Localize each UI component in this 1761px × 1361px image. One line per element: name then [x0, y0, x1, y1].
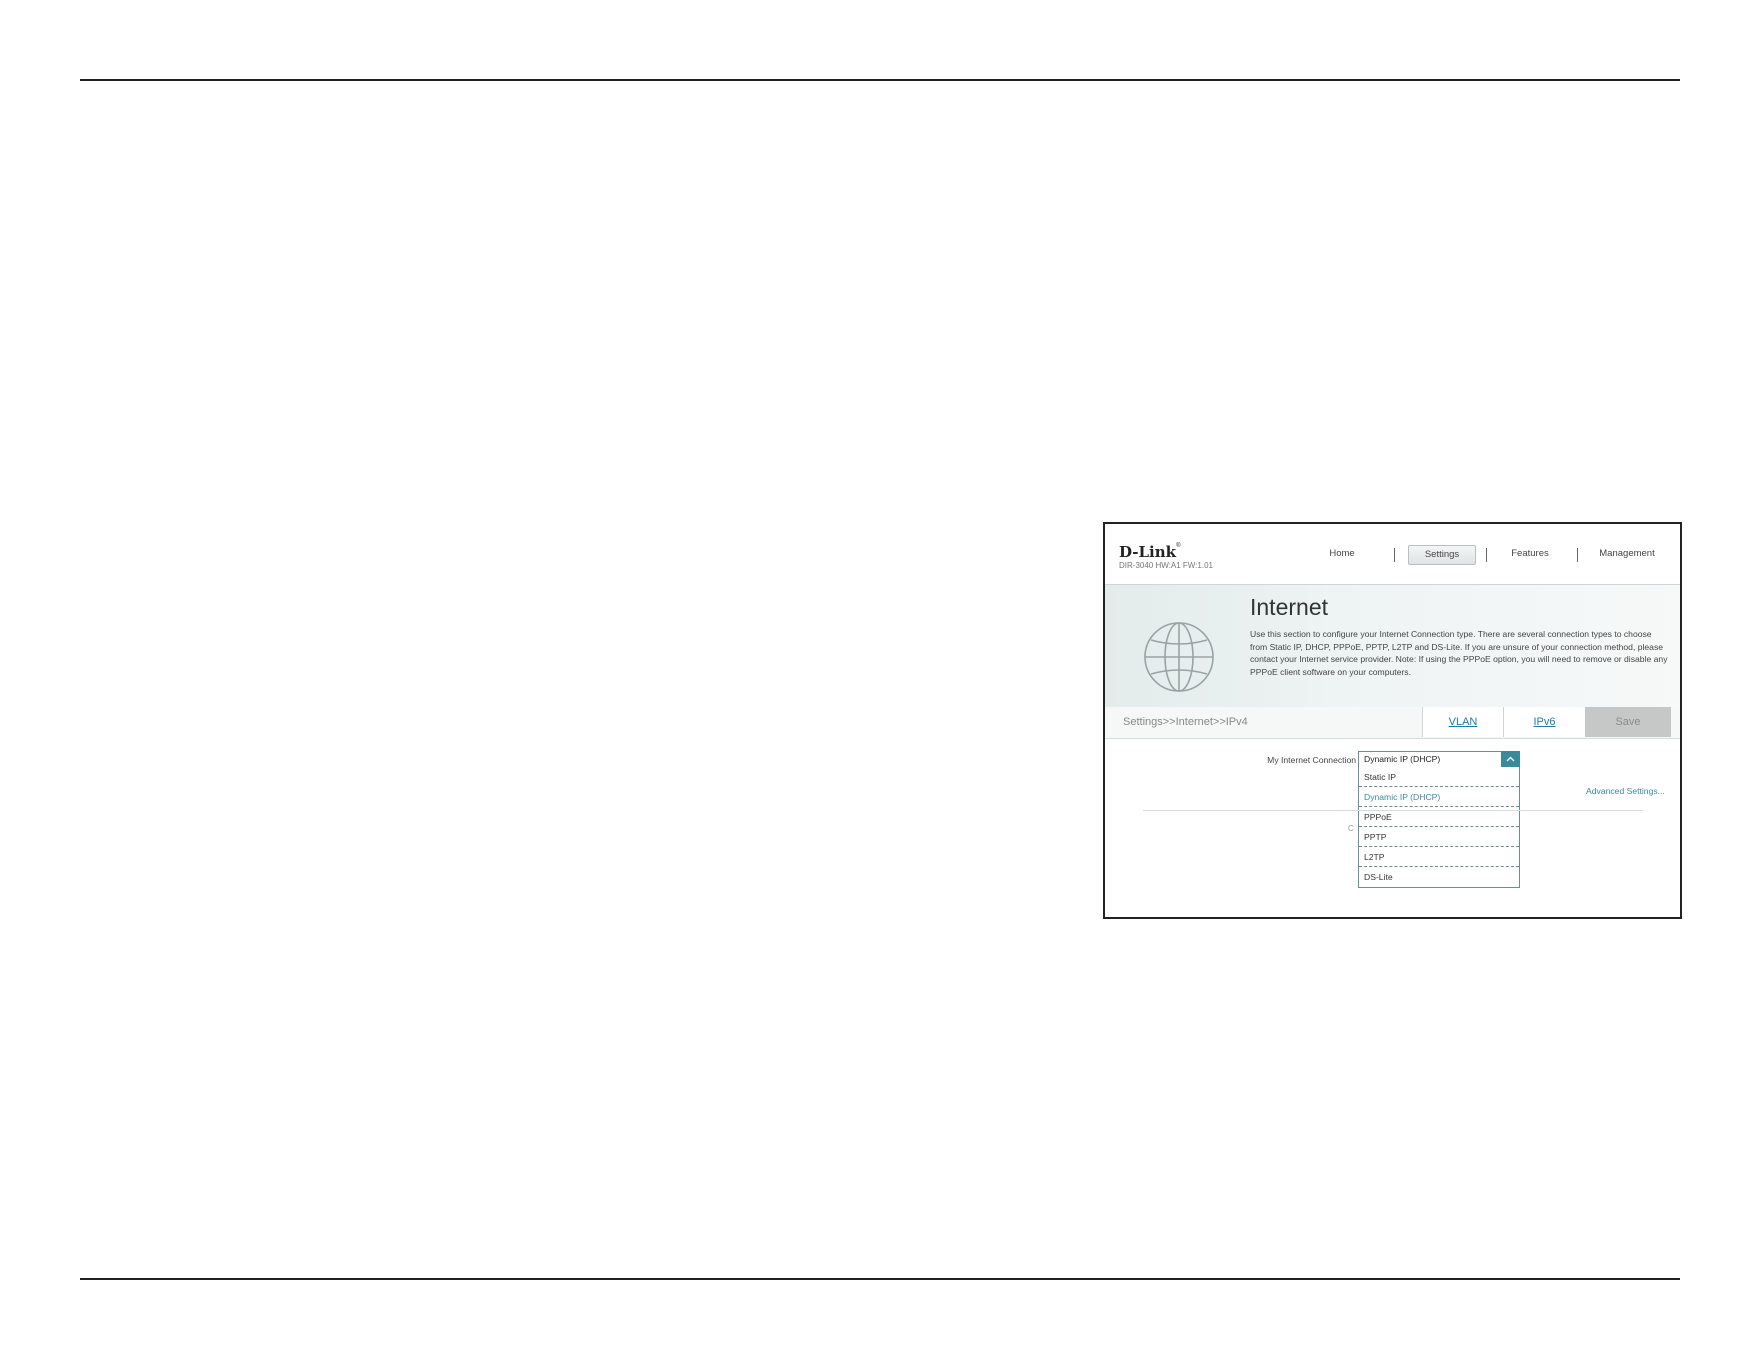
page-title: Internet — [1250, 594, 1328, 620]
nav-management[interactable]: Management — [1587, 546, 1667, 562]
top-rule — [80, 79, 1680, 81]
nav-separator — [1577, 548, 1578, 562]
nav-settings[interactable]: Settings — [1408, 545, 1476, 565]
connection-type-value: Dynamic IP (DHCP) — [1364, 754, 1441, 764]
globe-icon — [1144, 622, 1214, 692]
bottom-rule — [80, 1278, 1680, 1280]
save-button[interactable]: Save — [1585, 707, 1671, 737]
connection-type-dropdown: Static IP Dynamic IP (DHCP) PPPoE PPTP L… — [1358, 767, 1520, 888]
router-ui-screenshot: D-Link® DIR-3040 HW:A1 FW:1.01 Home Sett… — [1103, 522, 1682, 919]
option-static-ip[interactable]: Static IP — [1359, 767, 1519, 787]
option-ds-lite[interactable]: DS-Lite — [1359, 867, 1519, 887]
section-divider — [1143, 810, 1643, 811]
connection-type-label: My Internet Connection is: — [1267, 755, 1367, 765]
tab-vlan[interactable]: VLAN — [1422, 707, 1503, 737]
tab-ipv6[interactable]: IPv6 — [1503, 707, 1585, 737]
header-bar: D-Link® DIR-3040 HW:A1 FW:1.01 Home Sett… — [1105, 524, 1680, 585]
obscured-text: C — [1348, 824, 1354, 833]
connection-type-select[interactable]: Dynamic IP (DHCP) — [1358, 751, 1520, 768]
page-description: Use this section to configure your Inter… — [1250, 629, 1668, 677]
option-pptp[interactable]: PPTP — [1359, 827, 1519, 847]
nav-home[interactable]: Home — [1317, 546, 1367, 562]
nav-separator — [1394, 548, 1395, 562]
model-info: DIR-3040 HW:A1 FW:1.01 — [1119, 561, 1213, 570]
advanced-settings-link[interactable]: Advanced Settings... — [1586, 786, 1665, 796]
option-l2tp[interactable]: L2TP — [1359, 847, 1519, 867]
nav-features[interactable]: Features — [1500, 546, 1560, 562]
nav-separator — [1486, 548, 1487, 562]
dlink-logo: D-Link® — [1119, 543, 1181, 561]
breadcrumb: Settings>>Internet>>IPv4 — [1123, 716, 1248, 728]
chevron-up-icon[interactable] — [1501, 751, 1520, 768]
option-dynamic-ip[interactable]: Dynamic IP (DHCP) — [1359, 787, 1519, 807]
